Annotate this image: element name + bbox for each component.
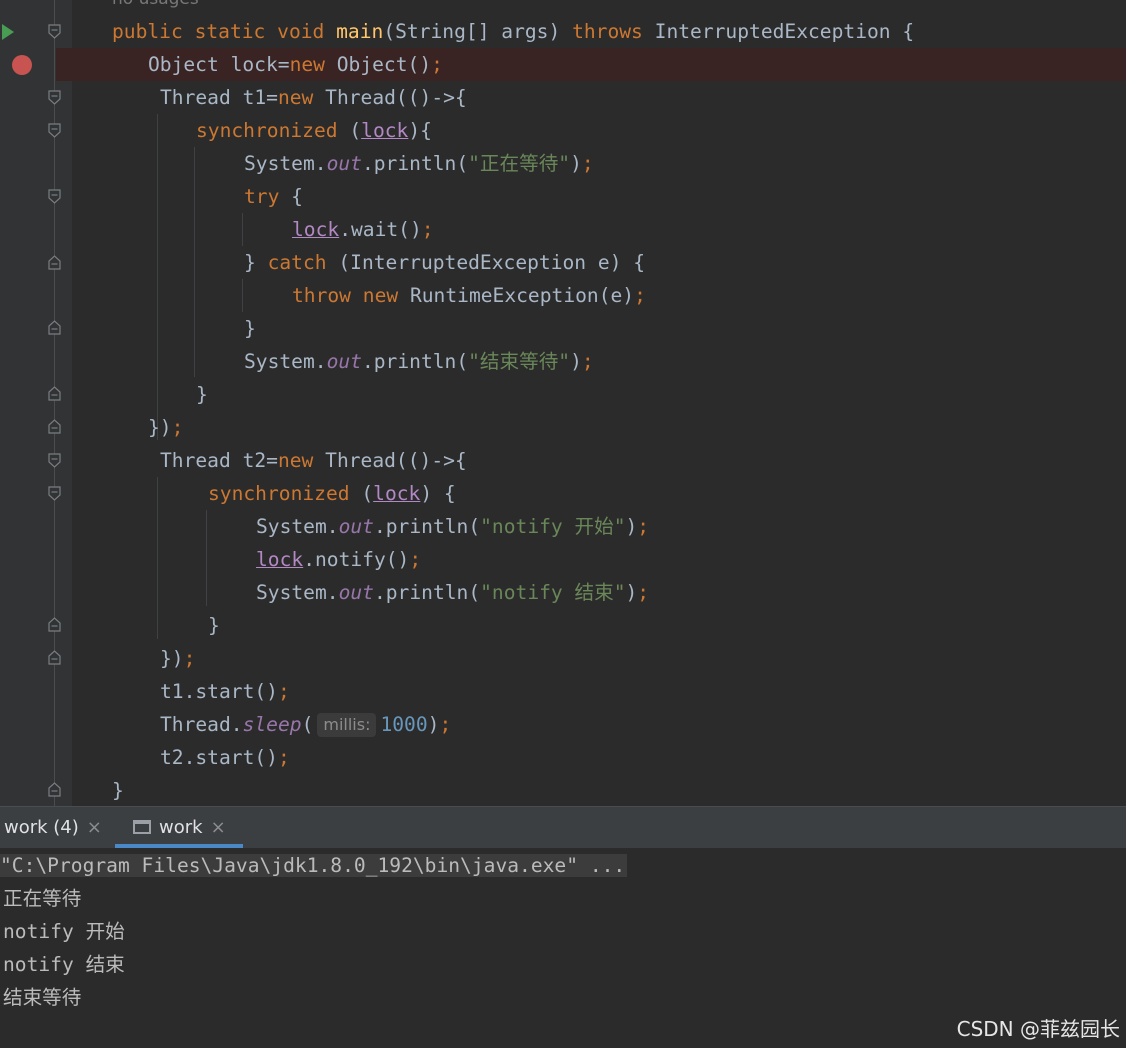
fold-collapse-icon[interactable] xyxy=(48,453,61,468)
fold-end-icon[interactable] xyxy=(48,320,61,335)
code-line[interactable]: }); xyxy=(148,411,183,444)
code-line[interactable]: Thread t2=new Thread(()->{ xyxy=(160,444,467,477)
tab-work[interactable]: work × xyxy=(133,807,226,848)
console-output-line: notify 结束 xyxy=(3,953,125,976)
watermark: CSDN @菲兹园长 xyxy=(956,1017,1120,1041)
console-icon xyxy=(133,820,151,834)
fold-collapse-icon[interactable] xyxy=(48,90,61,105)
indent-guide xyxy=(242,279,243,312)
console-output-line: 结束等待 xyxy=(3,986,82,1009)
console-output-line: notify 开始 xyxy=(3,920,125,943)
console-output-line: 正在等待 xyxy=(3,887,82,910)
code-line[interactable]: synchronized (lock){ xyxy=(196,114,432,147)
code-line[interactable]: public static void main(String[] args) t… xyxy=(112,15,914,48)
run-tab-bar: work (4) × work × xyxy=(0,806,1126,848)
breakpoint-icon[interactable] xyxy=(12,55,32,75)
code-line[interactable]: } xyxy=(112,774,124,806)
fold-collapse-icon[interactable] xyxy=(48,123,61,138)
code-line[interactable]: Thread.sleep(millis: 1000); xyxy=(160,708,451,741)
fold-end-icon[interactable] xyxy=(48,617,61,632)
code-line[interactable]: } xyxy=(196,378,208,411)
code-line[interactable]: try { xyxy=(244,180,303,213)
code-line[interactable]: } xyxy=(244,312,256,345)
gutter-fold-line xyxy=(54,0,55,806)
code-line[interactable]: synchronized (lock) { xyxy=(208,477,456,510)
close-icon[interactable]: × xyxy=(87,817,102,838)
code-line[interactable]: throw new RuntimeException(e); xyxy=(292,279,646,312)
code-line[interactable]: }); xyxy=(160,642,195,675)
code-line[interactable]: lock.notify(); xyxy=(256,543,421,576)
run-icon[interactable] xyxy=(2,24,14,40)
editor-gutter[interactable] xyxy=(0,0,72,806)
code-line[interactable]: lock.wait(); xyxy=(292,213,434,246)
fold-end-icon[interactable] xyxy=(48,386,61,401)
indent-guide xyxy=(157,477,158,639)
tab-label: work xyxy=(159,817,203,838)
fold-collapse-icon[interactable] xyxy=(48,189,61,204)
fold-collapse-icon[interactable] xyxy=(48,486,61,501)
code-line[interactable]: System.out.println("结束等待"); xyxy=(244,345,594,378)
code-line[interactable]: System.out.println("notify 结束"); xyxy=(256,576,649,609)
code-line[interactable]: t1.start(); xyxy=(160,675,290,708)
indent-guide xyxy=(206,510,207,606)
code-line[interactable]: System.out.println("正在等待"); xyxy=(244,147,594,180)
code-line[interactable]: Thread t1=new Thread(()->{ xyxy=(160,81,467,114)
code-line[interactable]: Object lock=new Object(); xyxy=(148,48,443,81)
fold-collapse-icon[interactable] xyxy=(48,24,61,39)
code-line[interactable]: } catch (InterruptedException e) { xyxy=(244,246,645,279)
parameter-hint: millis: xyxy=(317,713,377,737)
console-command-line[interactable]: "C:\Program Files\Java\jdk1.8.0_192\bin\… xyxy=(0,849,628,882)
code-line[interactable]: } xyxy=(208,609,220,642)
usages-hint[interactable]: no usages xyxy=(112,0,199,16)
indent-guide xyxy=(157,114,158,440)
code-line[interactable]: t2.start(); xyxy=(160,741,290,774)
tab-work-4[interactable]: work (4) × xyxy=(4,807,102,848)
indent-guide xyxy=(242,213,243,246)
fold-end-icon[interactable] xyxy=(48,419,61,434)
code-editor[interactable]: no usages public static void main(String… xyxy=(0,0,1126,806)
close-icon[interactable]: × xyxy=(211,817,226,838)
tab-label: work (4) xyxy=(4,817,79,838)
code-line[interactable]: System.out.println("notify 开始"); xyxy=(256,510,649,543)
fold-end-icon[interactable] xyxy=(48,255,61,270)
fold-end-icon[interactable] xyxy=(48,650,61,665)
fold-end-icon[interactable] xyxy=(48,782,61,797)
indent-guide xyxy=(194,147,195,377)
